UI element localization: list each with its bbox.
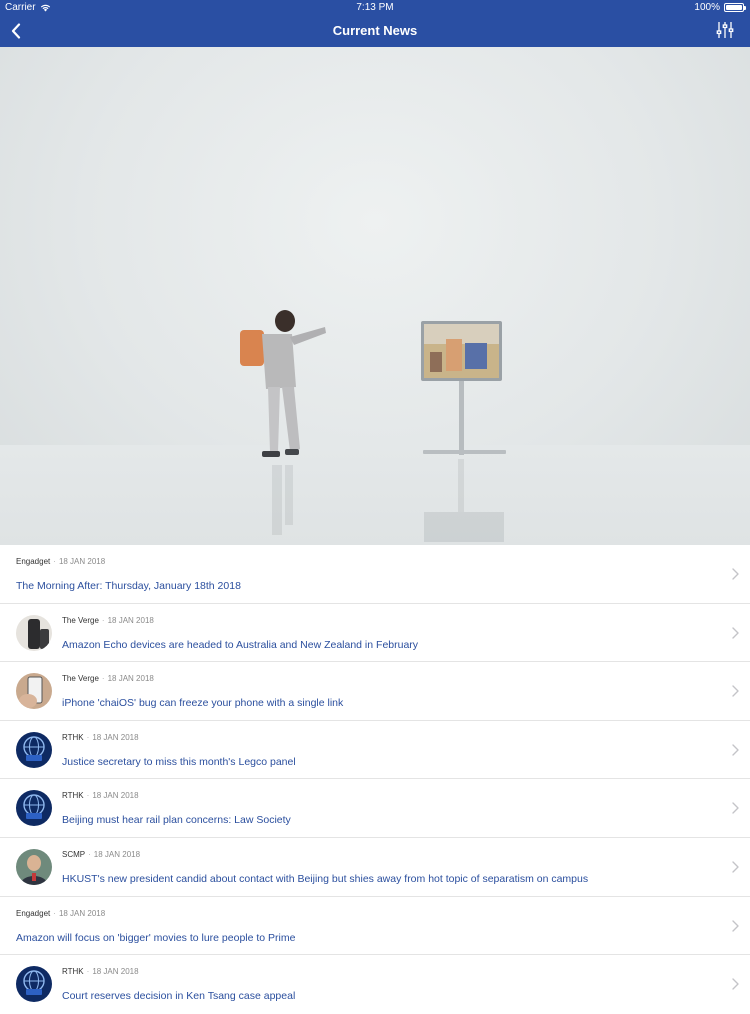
article-headline[interactable]: Court reserves decision in Ken Tsang cas… [62,990,295,1002]
article-source: RTHK [62,967,84,977]
article-date: 18 JAN 2018 [107,615,154,625]
battery-info: 100% [694,2,746,13]
article-meta: SCMP · 18 JAN 2018 [62,850,140,859]
filter-button[interactable] [716,21,736,41]
page-title: Current News [332,23,418,38]
separator-dot: · [86,791,90,801]
article-source: The Verge [62,615,99,625]
navigation-bar: Current News [0,16,750,47]
separator-dot: · [53,557,56,566]
article-date: 18 JAN 2018 [92,967,139,977]
separator-dot: · [101,615,105,625]
article-date: 18 JAN 2018 [93,849,141,859]
chevron-right-icon [732,685,739,697]
article-meta: RTHK · 18 JAN 2018 [62,967,139,976]
article-date: 18 JAN 2018 [92,791,139,801]
article-row[interactable]: RTHK · 18 JAN 2018 Beijing must hear rail p… [0,779,750,838]
chevron-right-icon [732,626,739,639]
article-source: RTHK [62,732,84,742]
separator-dot: · [86,967,90,977]
article-date: 18 JAN 2018 [58,557,106,566]
article-headline[interactable]: HKUST's new president candid about conta… [62,873,588,885]
article-thumbnail [16,848,52,885]
article-source: RTHK [62,791,84,801]
article-date: 18 JAN 2018 [107,674,154,684]
article-meta: RTHK · 18 JAN 2018 [62,733,139,742]
battery-percent: 100% [694,2,720,13]
article-row[interactable]: The Verge · 18 JAN 2018 Amazon Echo devices… [0,604,750,663]
separator-dot: · [88,849,91,859]
article-row[interactable]: Engadget · 18 JAN 2018 The Morning After: T… [0,545,750,604]
article-date: 18 JAN 2018 [58,908,106,918]
status-bar: Carrier 7:13 PM 100% [0,0,750,16]
chevron-right-icon [732,568,739,580]
article-row[interactable]: RTHK · 18 JAN 2018 Court reserves decision … [0,955,750,1014]
battery-icon [724,3,746,12]
article-row[interactable]: SCMP · 18 JAN 2018 HKUST's new president ca… [0,838,750,897]
article-row[interactable]: The Verge · 18 JAN 2018 iPhone 'chaiOS' bug… [0,662,750,721]
article-headline[interactable]: iPhone 'chaiOS' bug can freeze your phon… [62,697,343,709]
separator-dot: · [101,674,105,684]
separator-dot: · [53,908,56,918]
article-thumbnail [16,614,52,651]
article-list: Engadget · 18 JAN 2018 The Morning After: T… [0,545,750,1014]
article-headline[interactable]: Amazon will focus on 'bigger' movies to … [16,932,295,944]
hero-illustration [240,310,506,542]
article-meta: The Verge · 18 JAN 2018 [62,674,154,683]
article-source: Engadget [16,557,51,566]
chevron-right-icon [732,802,739,815]
featured-article-image[interactable] [0,47,750,545]
article-thumbnail [16,966,52,1003]
article-date: 18 JAN 2018 [92,732,139,742]
article-thumbnail [16,731,52,768]
sliders-icon [716,22,734,38]
article-meta: The Verge · 18 JAN 2018 [62,616,154,625]
article-meta: Engadget · 18 JAN 2018 [16,909,105,918]
article-source: SCMP [62,849,86,859]
article-thumbnail [16,790,52,827]
article-row[interactable]: Engadget · 18 JAN 2018 Amazon will focus on… [0,897,750,956]
chevron-right-icon [732,861,739,873]
article-headline[interactable]: The Morning After: Thursday, January 18t… [16,580,241,592]
battery-level [726,5,742,10]
article-headline[interactable]: Amazon Echo devices are headed to Austra… [62,639,418,651]
clock: 7:13 PM [356,2,394,13]
article-source: Engadget [16,908,51,918]
chevron-right-icon [732,919,739,932]
article-headline[interactable]: Justice secretary to miss this month's L… [62,756,296,768]
article-meta: RTHK · 18 JAN 2018 [62,791,139,800]
article-source: The Verge [62,674,99,684]
separator-dot: · [86,732,90,742]
chevron-right-icon [732,978,739,990]
article-row[interactable]: RTHK · 18 JAN 2018 Justice secretary to mis… [0,721,750,780]
article-headline[interactable]: Beijing must hear rail plan concerns: La… [62,814,291,826]
chevron-right-icon [732,744,739,756]
article-thumbnail [16,673,52,710]
article-meta: Engadget · 18 JAN 2018 [16,557,105,566]
